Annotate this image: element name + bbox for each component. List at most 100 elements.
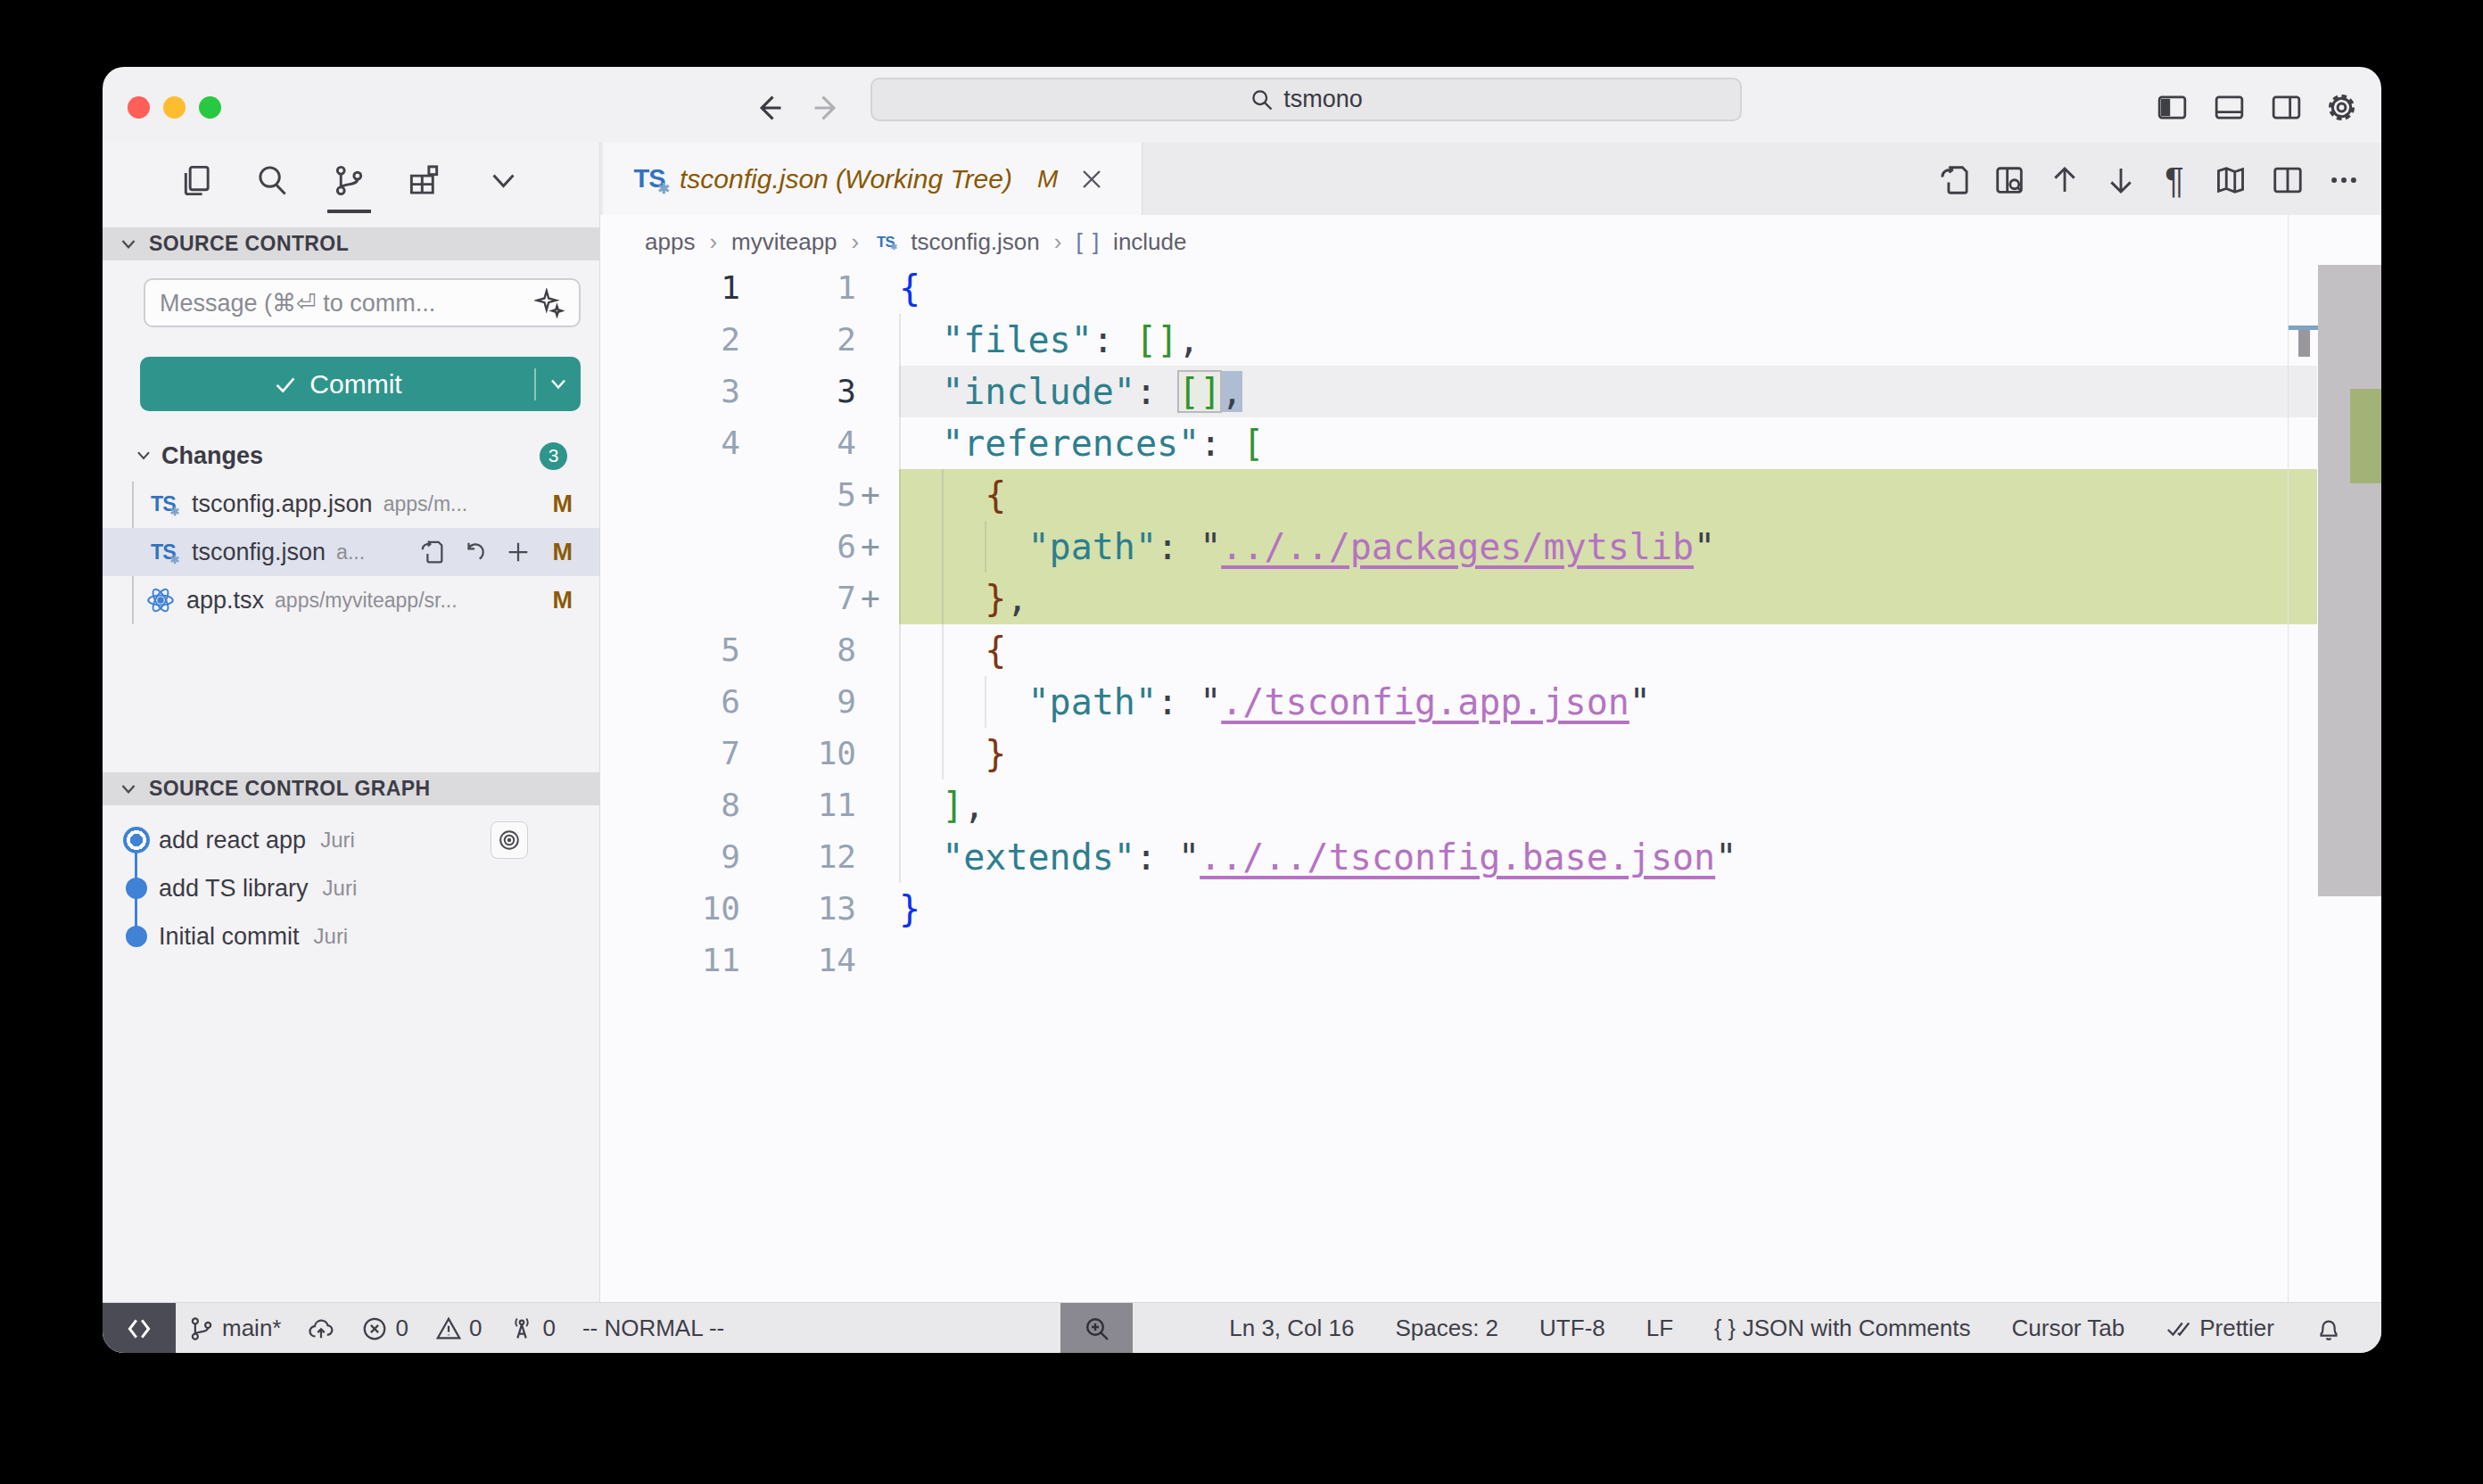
search-view-icon[interactable] (255, 163, 290, 198)
indent-guide (899, 314, 901, 883)
tab-close-icon[interactable] (1077, 165, 1106, 194)
status-main-[interactable]: main* (188, 1315, 281, 1342)
status-prettier[interactable]: Prettier (2165, 1315, 2274, 1342)
code-line-2[interactable]: 22 "files": [], (600, 314, 2381, 366)
tab-title: tsconfig.json (Working Tree) (680, 164, 1012, 194)
commit-dot (123, 827, 150, 853)
extensions-view-icon[interactable] (407, 163, 441, 198)
code-line-11[interactable]: 811 ], (600, 779, 2381, 831)
zoom-icon (1083, 1315, 1111, 1343)
map-icon[interactable] (2214, 163, 2248, 197)
file-row-tsconfig.json[interactable]: TStsconfig.jsona...M (103, 528, 599, 576)
search-icon (1250, 87, 1274, 112)
commit-dropdown-chevron[interactable] (536, 372, 581, 397)
vscode-window: SOURCE CONTROL Message (⌘⏎ to comm... Co… (103, 67, 2381, 1353)
code-line-3[interactable]: 33 "include": [], (600, 366, 2381, 417)
commit-row[interactable]: add react appJuri (103, 816, 599, 864)
nav-forward-icon[interactable] (811, 92, 843, 124)
status-ln-3-col-16[interactable]: Ln 3, Col 16 (1229, 1315, 1354, 1342)
commit-dot (126, 926, 147, 947)
active-view-underline (327, 210, 371, 213)
modified-badge: M (553, 539, 573, 566)
scrollbar-thumb[interactable] (2318, 265, 2381, 896)
traffic-zoom[interactable] (199, 96, 221, 119)
check-icon (272, 371, 299, 398)
nav-back-icon[interactable] (753, 92, 785, 124)
file-row-tsconfig.app.json[interactable]: TStsconfig.app.jsonapps/m...M (103, 480, 599, 528)
minimap[interactable] (2288, 143, 2381, 1302)
status-cursor-tab[interactable]: Cursor Tab (2012, 1315, 2125, 1342)
remote-indicator[interactable] (103, 1303, 176, 1353)
changes-file-list: TStsconfig.app.jsonapps/m...MTStsconfig.… (103, 480, 599, 624)
status-bar: main*000-- NORMAL -- Ln 3, Col 16Spaces:… (103, 1302, 2381, 1353)
status-0[interactable]: 0 (361, 1315, 408, 1342)
next-change-icon[interactable] (2104, 163, 2138, 197)
toggle-panel-icon[interactable] (2213, 91, 2246, 124)
modified-badge: M (553, 491, 573, 518)
indent-guide (985, 521, 986, 573)
code-line-7[interactable]: 7+ }, (600, 573, 2381, 624)
code-line-1[interactable]: 11{ (600, 262, 2381, 314)
source-control-header[interactable]: SOURCE CONTROL (103, 227, 599, 260)
explorer-icon[interactable] (179, 163, 214, 198)
status-spaces-2[interactable]: Spaces: 2 (1395, 1315, 1498, 1342)
typescript-file-icon: TS (631, 163, 667, 195)
commit-message-input[interactable]: Message (⌘⏎ to comm... (144, 278, 581, 327)
command-center-search[interactable]: tsmono (870, 78, 1742, 121)
status-0[interactable]: 0 (508, 1315, 555, 1342)
status-lf[interactable]: LF (1646, 1315, 1673, 1342)
open-file-icon[interactable] (1938, 163, 1972, 197)
code-line-12[interactable]: 912 "extends": "../../tsconfig.base.json… (600, 831, 2381, 883)
status-utf-8[interactable]: UTF-8 (1539, 1315, 1605, 1342)
more-actions-icon[interactable] (2327, 163, 2361, 197)
commit-message-placeholder: Message (⌘⏎ to comm... (160, 289, 435, 317)
indent-guide (942, 469, 944, 779)
tab-bar: TS tsconfig.json (Working Tree) M ¶ (600, 143, 2381, 215)
tab-modified-badge: M (1037, 165, 1058, 194)
editor-area: apps›myviteapp›TStsconfig.json›[ ]includ… (600, 143, 2381, 1302)
status-json-with-comments[interactable]: { }JSON with Comments (1714, 1315, 1970, 1342)
status-bell[interactable] (2315, 1315, 2342, 1342)
traffic-minimize[interactable] (163, 96, 186, 119)
changes-section-header[interactable]: Changes 3 (103, 434, 599, 477)
code-line-5[interactable]: 5+ { (600, 469, 2381, 521)
code-line-14[interactable]: 1114 (600, 935, 2381, 986)
remote-icon (124, 1314, 154, 1344)
diff-review-icon[interactable] (1992, 163, 2026, 197)
code-line-9[interactable]: 69 "path": "./tsconfig.app.json" (600, 676, 2381, 728)
sparkle-icon[interactable] (534, 288, 565, 318)
tab-tsconfig-working-tree[interactable]: TS tsconfig.json (Working Tree) M (603, 143, 1143, 215)
overview-added-marker (2350, 389, 2381, 483)
previous-change-icon[interactable] (2048, 163, 2082, 197)
code-line-4[interactable]: 44 "references": [ (600, 417, 2381, 469)
source-control-graph-header[interactable]: SOURCE CONTROL GRAPH (103, 772, 599, 805)
zoom-indicator[interactable] (1060, 1303, 1133, 1353)
indent-guide (985, 676, 986, 728)
commit-row[interactable]: Initial commitJuri (103, 912, 599, 960)
whitespace-icon[interactable]: ¶ (2157, 163, 2191, 197)
commit-dot (126, 878, 147, 899)
status-0[interactable]: 0 (435, 1315, 482, 1342)
status--normal-[interactable]: -- NORMAL -- (582, 1315, 724, 1342)
code-line-10[interactable]: 710 } (600, 728, 2381, 779)
minimap-text-block (2298, 330, 2310, 357)
code-diff-view[interactable]: 11{22 "files": [],33 "include": [],44 "r… (600, 143, 2381, 1302)
toggle-secondary-sidebar-icon[interactable] (2270, 91, 2303, 124)
views-more-chevron-icon[interactable] (486, 163, 521, 198)
settings-gear-icon[interactable] (2325, 91, 2358, 124)
commit-graph-list: add react appJuriadd TS libraryJuriIniti… (103, 816, 599, 960)
code-line-13[interactable]: 1013} (600, 883, 2381, 935)
status-cloud-up[interactable] (308, 1315, 334, 1342)
toggle-sidebar-icon[interactable] (2156, 91, 2189, 124)
split-editor-icon[interactable] (2271, 163, 2305, 197)
file-row-app.tsx[interactable]: app.tsxapps/myviteapp/sr...M (103, 576, 599, 624)
code-line-8[interactable]: 58 { (600, 624, 2381, 676)
commit-button[interactable]: Commit (140, 357, 581, 411)
goto-head-button[interactable] (491, 821, 528, 859)
traffic-close[interactable] (128, 96, 150, 119)
search-value: tsmono (1283, 86, 1363, 113)
file-actions[interactable] (419, 539, 532, 565)
commit-row[interactable]: add TS libraryJuri (103, 864, 599, 912)
code-line-6[interactable]: 6+ "path": "../../packages/mytslib" (600, 521, 2381, 573)
source-control-view-icon[interactable] (332, 163, 367, 198)
